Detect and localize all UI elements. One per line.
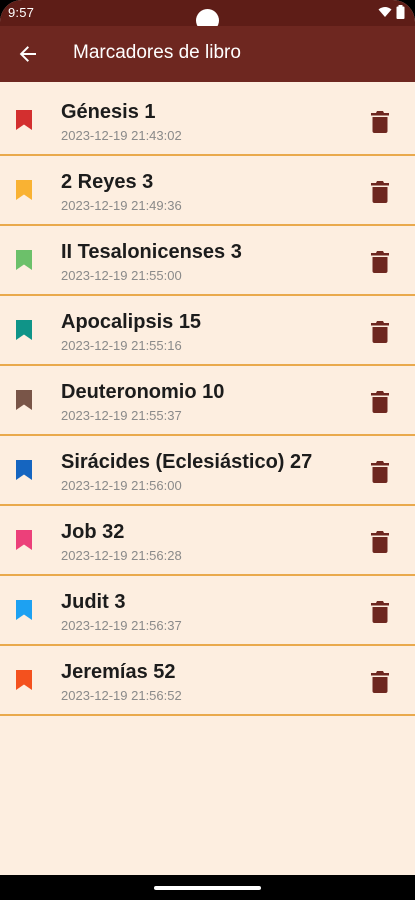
delete-bookmark-button[interactable] [366, 669, 394, 695]
bookmark-title: Génesis 1 [61, 101, 156, 123]
bookmark-row[interactable]: Job 32 2023-12-19 21:56:28 [0, 506, 415, 576]
status-icons [378, 5, 405, 19]
bookmark-date: 2023-12-19 21:55:37 [61, 408, 182, 423]
bookmark-row[interactable]: Sirácides (Eclesiástico) 27 2023-12-19 21… [0, 436, 415, 506]
delete-bookmark-button[interactable] [366, 459, 394, 485]
bookmark-row[interactable]: 2 Reyes 3 2023-12-19 21:49:36 [0, 156, 415, 226]
trash-icon [371, 601, 389, 623]
bookmark-date: 2023-12-19 21:56:37 [61, 618, 182, 633]
bookmark-title: Job 32 [61, 521, 125, 543]
trash-icon [371, 671, 389, 693]
trash-icon [371, 251, 389, 273]
delete-bookmark-button[interactable] [366, 109, 394, 135]
bookmark-date: 2023-12-19 21:56:28 [61, 548, 182, 563]
bookmark-row[interactable]: II Tesalonicenses 3 2023-12-19 21:55:00 [0, 226, 415, 296]
bookmark-icon [16, 530, 32, 550]
bookmark-row[interactable]: Génesis 1 2023-12-19 21:43:02 [0, 86, 415, 156]
status-time: 9:57 [8, 5, 35, 20]
trash-icon [371, 111, 389, 133]
battery-icon [396, 5, 405, 19]
bookmark-date: 2023-12-19 21:49:36 [61, 198, 182, 213]
bookmark-icon [16, 180, 32, 200]
delete-bookmark-button[interactable] [366, 319, 394, 345]
delete-bookmark-button[interactable] [366, 179, 394, 205]
bookmark-list: Génesis 1 2023-12-19 21:43:02 2 Reyes 3 202… [0, 86, 415, 716]
bookmark-row[interactable]: Apocalipsis 15 2023-12-19 21:55:16 [0, 296, 415, 366]
trash-icon [371, 391, 389, 413]
bookmark-icon [16, 460, 32, 480]
bookmark-date: 2023-12-19 21:56:00 [61, 478, 182, 493]
app-bar: Marcadores de libro [0, 26, 415, 82]
home-indicator[interactable] [154, 886, 261, 890]
bookmark-title: II Tesalonicenses 3 [61, 241, 242, 263]
bookmark-icon [16, 670, 32, 690]
bookmark-icon [16, 320, 32, 340]
bookmark-date: 2023-12-19 21:55:00 [61, 268, 182, 283]
bookmark-icon [16, 600, 32, 620]
bookmark-row[interactable]: Judit 3 2023-12-19 21:56:37 [0, 576, 415, 646]
trash-icon [371, 531, 389, 553]
bookmark-title: Jeremías 52 [61, 661, 176, 683]
trash-icon [371, 181, 389, 203]
bookmark-title: Judit 3 [61, 591, 126, 613]
navigation-bar [0, 875, 415, 900]
bookmark-icon [16, 390, 32, 410]
bookmark-title: Sirácides (Eclesiástico) 27 [61, 451, 313, 473]
delete-bookmark-button[interactable] [366, 249, 394, 275]
bookmark-icon [16, 110, 32, 130]
bookmark-title: Apocalipsis 15 [61, 311, 202, 333]
trash-icon [371, 321, 389, 343]
bookmark-date: 2023-12-19 21:55:16 [61, 338, 182, 353]
arrow-left-icon [19, 46, 36, 62]
wifi-icon [378, 7, 392, 17]
bookmark-title: Deuteronomio 10 [61, 381, 225, 403]
bookmark-icon [16, 250, 32, 270]
screen: 9:57 Marcadores de libro Génesis 1 2023-1… [0, 0, 415, 900]
delete-bookmark-button[interactable] [366, 529, 394, 555]
bookmark-date: 2023-12-19 21:43:02 [61, 128, 182, 143]
back-button[interactable] [14, 40, 42, 68]
page-title: Marcadores de libro [73, 42, 241, 63]
delete-bookmark-button[interactable] [366, 389, 394, 415]
bookmark-row[interactable]: Jeremías 52 2023-12-19 21:56:52 [0, 646, 415, 716]
bookmark-title: 2 Reyes 3 [61, 171, 154, 193]
bookmark-row[interactable]: Deuteronomio 10 2023-12-19 21:55:37 [0, 366, 415, 436]
delete-bookmark-button[interactable] [366, 599, 394, 625]
trash-icon [371, 461, 389, 483]
bookmark-date: 2023-12-19 21:56:52 [61, 688, 182, 703]
